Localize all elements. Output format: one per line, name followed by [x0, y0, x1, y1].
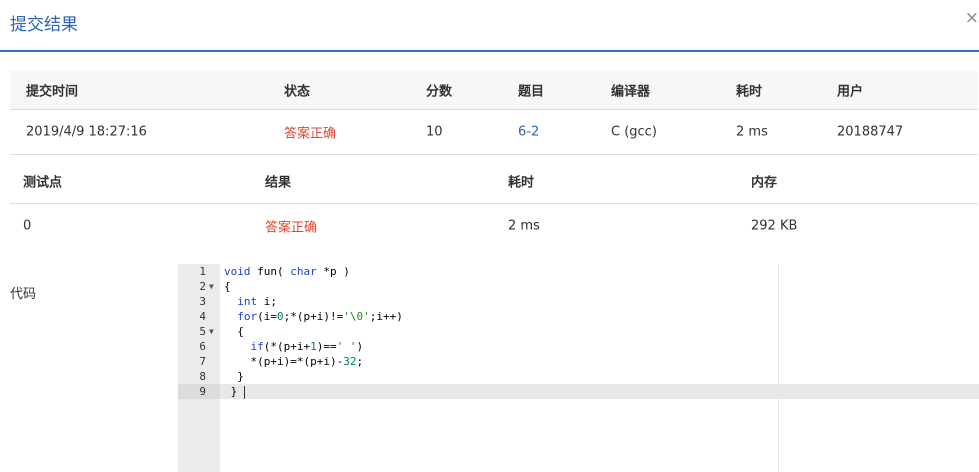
score-value: 10 [426, 124, 443, 140]
code-label: 代码 [10, 287, 37, 302]
code-line: 3 int i; [178, 294, 979, 309]
code-text-content: } [224, 385, 238, 398]
user-value: 20188747 [837, 124, 904, 140]
code-text: void fun( char *p ) [224, 265, 350, 278]
submission-row: 2019/4/9 18:27:16 答案正确 10 6-2 C (gcc) 2 … [10, 110, 978, 155]
line-number: 2 [199, 280, 206, 293]
header-testcase: 测试点 [23, 175, 63, 190]
code-line: 9 } [178, 384, 979, 399]
line-number: 1 [199, 265, 206, 278]
header-problem: 题目 [518, 84, 545, 99]
code-line: 4 for(i=0;*(p+i)!='\0';i++) [178, 309, 979, 324]
fold-arrow-icon[interactable]: ▼ [209, 279, 214, 294]
header-compiler: 编译器 [611, 84, 651, 99]
fold-arrow-icon[interactable]: ▼ [209, 324, 214, 339]
header-elapsed: 耗时 [736, 84, 763, 99]
code-text: { [224, 280, 231, 293]
line-number: 3 [199, 295, 206, 308]
submission-table-header: 提交时间 状态 分数 题目 编译器 耗时 用户 [10, 70, 978, 110]
code-text: if(*(p+i+1)==' ') [250, 340, 364, 353]
code-text: } [224, 370, 244, 383]
code-line: 5 ▼ { [178, 324, 979, 339]
testcase-time: 2 ms [508, 218, 540, 234]
problem-link[interactable]: 6-2 [518, 125, 539, 140]
header-result: 结果 [265, 175, 292, 190]
code-text: } [224, 384, 245, 399]
compiler-value: C (gcc) [611, 124, 657, 140]
code-line: 8 } [178, 369, 979, 384]
header-submit-time: 提交时间 [26, 84, 79, 99]
code-line: 7 *(p+i)=*(p+i)-32; [178, 354, 979, 369]
line-number: 6 [199, 340, 206, 353]
status-text: 答案正确 [284, 126, 337, 142]
line-number: 4 [199, 310, 206, 323]
code-text: for(i=0;*(p+i)!='\0';i++) [237, 310, 403, 323]
submit-time: 2019/4/9 18:27:16 [26, 124, 147, 140]
code-editor[interactable]: 1 void fun( char *p ) 2 ▼ { 3 int i; 4 f… [178, 264, 979, 472]
header-memory: 内存 [751, 175, 778, 190]
testcase-memory: 292 KB [751, 218, 798, 234]
elapsed-value: 2 ms [736, 124, 768, 140]
code-text: { [224, 325, 244, 338]
code-text: int i; [237, 295, 277, 308]
code-line: 2 ▼ { [178, 279, 979, 294]
code-line: 6 if(*(p+i+1)==' ') [178, 339, 979, 354]
testcase-table: 测试点 结果 耗时 内存 0 答案正确 2 ms 292 KB [10, 158, 978, 248]
line-number: 7 [199, 355, 206, 368]
submission-table: 提交时间 状态 分数 题目 编译器 耗时 用户 2019/4/9 18:27:1… [10, 70, 978, 155]
testcase-result: 答案正确 [265, 220, 318, 236]
header-time: 耗时 [508, 175, 535, 190]
header-score: 分数 [426, 84, 453, 99]
table-row: 0 答案正确 2 ms 292 KB [10, 204, 978, 248]
modal-header: 提交结果 × [0, 0, 979, 52]
code-line: 1 void fun( char *p ) [178, 264, 979, 279]
header-status: 状态 [284, 84, 311, 99]
code-text: *(p+i)=*(p+i)-32; [224, 355, 364, 368]
line-number: 8 [199, 370, 206, 383]
line-number: 5 [199, 325, 206, 338]
modal-title: 提交结果 [10, 15, 78, 35]
text-cursor [243, 385, 245, 399]
close-icon[interactable]: × [965, 8, 979, 28]
testcase-id: 0 [23, 218, 32, 234]
header-user: 用户 [837, 84, 864, 99]
testcase-table-header: 测试点 结果 耗时 内存 [10, 158, 978, 204]
line-number: 9 [199, 385, 206, 398]
